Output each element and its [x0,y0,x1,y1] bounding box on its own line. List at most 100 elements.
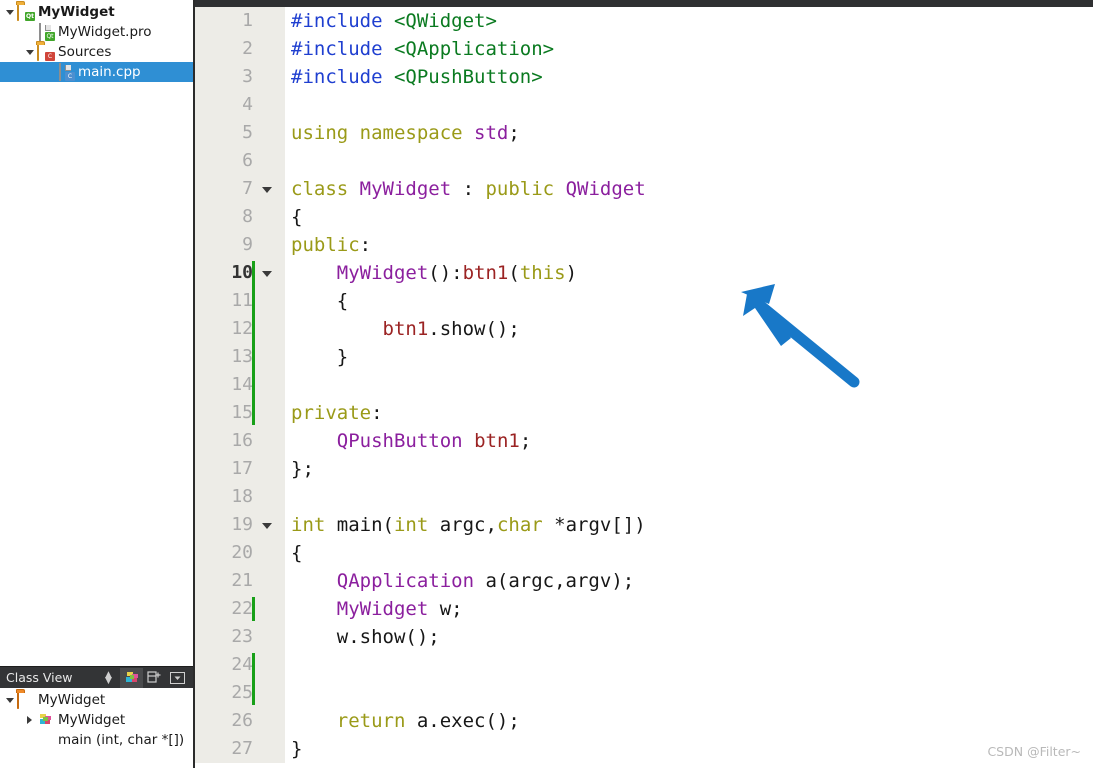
file-cpp-icon: C [57,63,75,81]
sidebar: Qt MyWidget Qt MyWidget.pro C Sources Cmain.cp… [0,0,195,768]
code-token: int [393,514,440,536]
line-number: 15 [231,402,253,423]
code-line[interactable]: }; [291,455,1093,483]
sync-updown-button[interactable]: ▲ ▼ [97,668,120,688]
line-number-gutter[interactable]: 1 2 3 4 5 6 7 8 9 10 11 12 13 14 15 16 17 18 19 20 21 22 23 24 2… [195,7,285,763]
code-line[interactable]: private: [291,399,1093,427]
filter-symbols-button[interactable] [120,667,143,688]
code-line[interactable]: class MyWidget : public QWidget [291,175,1093,203]
chevron-down-icon[interactable] [2,697,17,703]
code-token: : [359,234,372,256]
code-token: { [291,542,303,564]
code-line[interactable]: #include <QApplication> [291,35,1093,63]
code-line[interactable]: using namespace std; [291,119,1093,147]
code-token: btn1 [474,430,520,452]
code-line[interactable] [291,679,1093,707]
code-token: } [291,738,303,760]
panel-menu-button[interactable] [166,668,189,688]
code-line[interactable]: { [291,539,1093,567]
code-text[interactable]: #include <QWidget> #include <QApplication… [285,7,1093,763]
code-token: btn1 [462,262,509,284]
project-tree-item[interactable]: Qt MyWidget [0,2,193,22]
fold-toggle-icon[interactable] [262,175,274,203]
code-token: ; [508,122,520,144]
code-line[interactable]: } [291,343,1093,371]
code-token: MyWidget [336,262,429,284]
line-number: 20 [231,542,253,563]
code-line[interactable]: { [291,203,1093,231]
code-line[interactable]: MyWidget():btn1(this) [291,259,1093,287]
project-tree-item[interactable]: Qt MyWidget.pro [0,22,193,42]
code-token: btn1 [382,318,429,340]
class-view-tree[interactable]: MyWidget MyWidget main (int, char *[]) [0,688,193,768]
line-number: 3 [242,66,253,87]
folder-cpp-icon: C [37,43,55,61]
line-number: 21 [231,570,253,591]
line-number: 17 [231,458,253,479]
code-token: ) [565,262,578,284]
code-token: #include [291,38,394,60]
code-line[interactable]: MyWidget w; [291,595,1093,623]
code-line[interactable] [291,371,1093,399]
line-number: 26 [231,710,253,731]
change-marker [252,653,255,705]
chevron-right-icon[interactable] [22,716,37,724]
symbol-filter-icon [125,672,138,682]
line-number: 9 [242,234,253,255]
expand-all-icon [147,671,161,683]
code-token: int [291,514,337,536]
code-line[interactable] [291,147,1093,175]
line-number: 10 [195,259,285,287]
expand-all-button[interactable] [143,668,166,688]
line-number: 18 [231,486,253,507]
code-line[interactable]: return a.exec(); [291,707,1093,735]
line-number: 14 [231,374,253,395]
function-icon [37,732,54,748]
app-root: Qt MyWidget Qt MyWidget.pro C Sources Cmain.cp… [0,0,1093,768]
class-view-item[interactable]: MyWidget [0,690,193,710]
code-line[interactable] [291,483,1093,511]
code-line[interactable]: { [291,287,1093,315]
project-tree-label: MyWidget.pro [58,24,152,40]
project-tree[interactable]: Qt MyWidget Qt MyWidget.pro C Sources Cmain.cp… [0,0,193,82]
code-token: w.show(); [291,626,440,648]
fold-toggle-icon[interactable] [262,259,274,287]
class-view-header: Class View ▲ ▼ [0,666,193,688]
fold-toggle-icon[interactable] [262,511,274,539]
class-view-title: Class View [6,670,73,685]
code-token: class [291,178,360,200]
code-line[interactable]: } [291,735,1093,763]
code-line[interactable]: #include <QWidget> [291,7,1093,35]
class-view-label: MyWidget [58,712,126,728]
code-token: } [291,346,349,368]
line-number: 6 [242,150,253,171]
code-line[interactable]: #include <QPushButton> [291,63,1093,91]
code-line[interactable]: btn1.show(); [291,315,1093,343]
chevron-down-icon[interactable] [2,9,17,15]
class-view-panel: Class View ▲ ▼ MyWidget MyWidget main (i… [0,666,193,768]
code-line[interactable] [291,651,1093,679]
code-area[interactable]: 1 2 3 4 5 6 7 8 9 10 11 12 13 14 15 16 17 18 19 20 21 22 23 24 2… [195,7,1093,763]
line-number: 25 [231,682,253,703]
code-line[interactable] [291,91,1093,119]
class-view-item[interactable]: main (int, char *[]) [0,730,193,750]
code-line[interactable]: int main(int argc,char *argv[]) [291,511,1093,539]
code-token: public [485,178,566,200]
editor-top-bar [195,0,1093,7]
project-tree-item[interactable]: Cmain.cpp [0,62,193,82]
code-line[interactable]: QApplication a(argc,argv); [291,567,1093,595]
code-line[interactable]: QPushButton btn1; [291,427,1093,455]
chevron-down-icon[interactable] [22,49,37,55]
line-number: 23 [231,626,253,647]
code-token: : [451,178,486,200]
project-tree-item[interactable]: C Sources [0,42,193,62]
code-token: #include [291,66,394,88]
line-number: 11 [231,290,253,311]
code-editor[interactable]: 1 2 3 4 5 6 7 8 9 10 11 12 13 14 15 16 17 18 19 20 21 22 23 24 2… [195,0,1093,768]
code-line[interactable]: public: [291,231,1093,259]
code-line[interactable]: w.show(); [291,623,1093,651]
class-view-item[interactable]: MyWidget [0,710,193,730]
